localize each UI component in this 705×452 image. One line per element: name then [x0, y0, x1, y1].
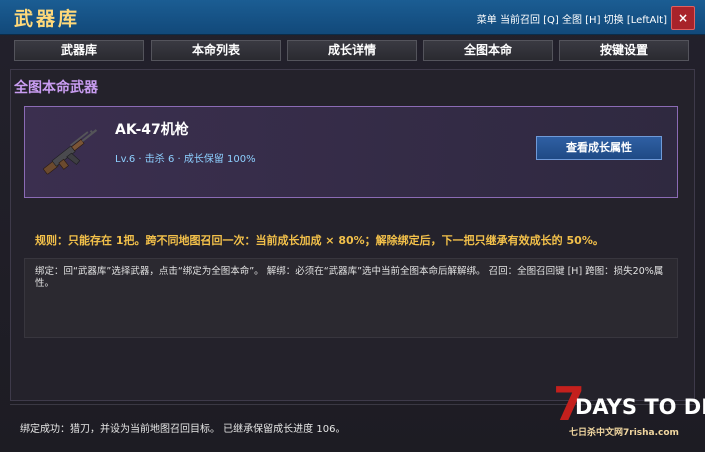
tab-armory[interactable]: 武器库	[14, 40, 144, 61]
window-title: 武器库	[14, 8, 81, 30]
rifle-icon	[43, 129, 98, 175]
close-icon: ×	[677, 11, 689, 25]
tab-growth-details[interactable]: 成长详情	[287, 40, 417, 61]
close-button[interactable]: ×	[671, 6, 695, 30]
logo-site: 七日杀中文网7risha.com	[569, 428, 679, 438]
title-bar: 武器库 菜单 当前召回 [Q] 全图 [H] 切换 [LeftAlt] ×	[0, 0, 705, 35]
armory-window: 武器库 菜单 当前召回 [Q] 全图 [H] 切换 [LeftAlt] × 武器…	[0, 0, 705, 452]
section-title: 全图本命武器	[14, 80, 98, 96]
game-logo: 7 DAYS TO DIE 七日杀中文网7risha.com	[553, 381, 705, 443]
weapon-stats: Lv.6 · 击杀 6 · 成长保留 100%	[115, 154, 256, 165]
view-growth-button[interactable]: 查看成长属性	[536, 136, 662, 160]
tab-keybind-settings[interactable]: 按键设置	[559, 40, 689, 61]
status-message: 绑定成功：猎刀，并设为当前地图召回目标。 已继承保留成长进度 106。	[20, 424, 346, 435]
rule-text: 规则：只能存在 1把。跨不同地图召回一次：当前成长加成 × 80%；解除绑定后，…	[35, 234, 604, 247]
info-text: 绑定：回“武器库”选择武器，点击“绑定为全图本命”。 解绑：必须在“武器库”选中…	[35, 266, 664, 289]
keybind-hint: 菜单 当前召回 [Q] 全图 [H] 切换 [LeftAlt]	[476, 15, 667, 26]
tab-bound-list[interactable]: 本命列表	[151, 40, 281, 61]
tab-global-bound[interactable]: 全图本命	[423, 40, 553, 61]
tab-bar: 武器库 本命列表 成长详情 全图本命 按键设置	[14, 40, 691, 61]
weapon-name: AK-47机枪	[115, 122, 189, 138]
logo-title: DAYS TO DIE	[575, 395, 705, 419]
